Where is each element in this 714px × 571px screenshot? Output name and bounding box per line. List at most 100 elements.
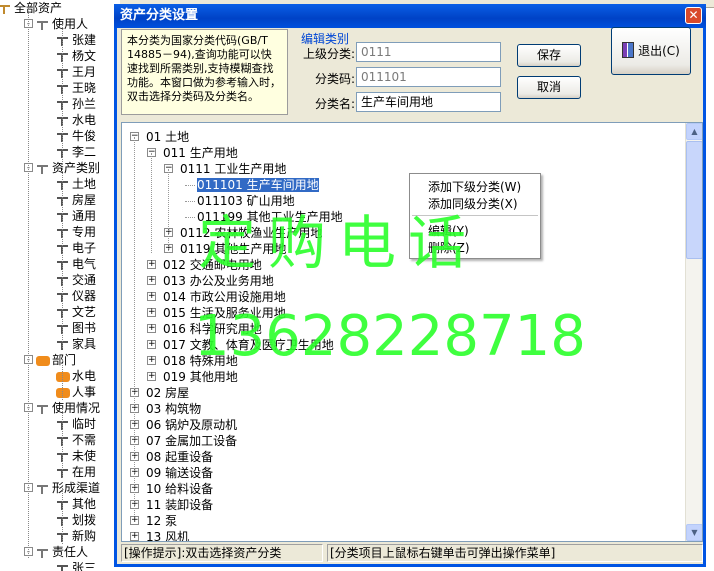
tree-node-label: 06 锅炉及原动机 <box>146 418 238 432</box>
exit-button[interactable]: 退出(C) <box>611 27 691 75</box>
expand-icon[interactable]: + <box>147 324 156 333</box>
bg-tree-connector <box>62 408 63 478</box>
item-icon <box>56 98 70 110</box>
tree-node[interactable]: 13 风机 <box>146 529 189 541</box>
bg-tree-item-label: 专用 <box>72 225 97 239</box>
bg-tree-item-label: 其他 <box>72 497 97 511</box>
tree-node[interactable]: 01 土地 <box>146 129 189 145</box>
bg-tree-item[interactable]: 责任人 <box>36 544 88 560</box>
bg-tree-item-label: 交通 <box>72 273 97 287</box>
tree-node[interactable]: 011 生产用地 <box>163 145 238 161</box>
expand-icon[interactable]: + <box>147 260 156 269</box>
dialog-title-bar[interactable]: 资产分类设置 ✕ <box>114 4 706 28</box>
bg-tree-item-label: 未使 <box>72 449 97 463</box>
tree-node[interactable]: 011101 生产车间用地 <box>197 177 319 193</box>
save-button[interactable]: 保存 <box>517 44 581 67</box>
category-code-label: 分类码: <box>314 72 355 86</box>
bg-tree-item[interactable]: 张三 <box>56 560 96 571</box>
category-code-field[interactable]: 011101 <box>356 67 501 87</box>
item-icon <box>56 146 70 158</box>
expand-icon[interactable]: + <box>147 372 156 381</box>
bg-tree-item[interactable]: 部门 <box>36 352 76 368</box>
category-name-field[interactable]: 生产车间用地 <box>356 92 501 112</box>
item-icon <box>56 274 70 286</box>
tree-node[interactable]: 10 给料设备 <box>146 481 213 497</box>
tree-node[interactable]: 06 锅炉及原动机 <box>146 417 237 433</box>
expand-icon[interactable]: + <box>147 356 156 365</box>
tree-vertical-scrollbar[interactable]: ▲ ▼ <box>685 123 702 541</box>
status-bar: [操作提示]:双击选择资产分类 [分类项目上鼠标右键单击可弹出操作菜单] <box>121 544 703 562</box>
scroll-up-button[interactable]: ▲ <box>686 123 702 140</box>
close-button[interactable]: ✕ <box>685 7 702 24</box>
tree-node[interactable]: 11 装卸设备 <box>146 497 213 513</box>
bg-tree-item-label: 仪器 <box>72 289 97 303</box>
tree-node-label: 12 泵 <box>146 514 178 528</box>
item-icon <box>56 562 70 571</box>
bg-tree-item-label: 使用人 <box>52 17 89 31</box>
expand-icon[interactable]: + <box>130 516 139 525</box>
expand-icon[interactable]: + <box>147 276 156 285</box>
item-icon <box>56 194 70 206</box>
item-icon <box>56 242 70 254</box>
bg-tree-connector <box>62 168 63 348</box>
item-icon <box>56 82 70 94</box>
bg-tree-item-label: 张三 <box>72 561 97 571</box>
group-icon <box>36 18 50 30</box>
bg-tree-item-label: 资产类别 <box>52 161 101 175</box>
bg-tree-item-label: 全部资产 <box>14 1 63 15</box>
bg-tree-item-label: 责任人 <box>52 545 89 559</box>
bg-tree-item-label: 部门 <box>52 353 77 367</box>
tree-node[interactable]: 12 泵 <box>146 513 177 529</box>
bg-tree-item-label: 在用 <box>72 465 97 479</box>
item-icon <box>56 466 70 478</box>
expand-icon[interactable]: + <box>147 308 156 317</box>
item-icon <box>56 66 70 78</box>
item-icon <box>56 498 70 510</box>
tree-node-label: 014 市政公用设施用地 <box>163 290 286 304</box>
watermark-phone-number: 13628228718 <box>194 304 586 369</box>
bg-tree-item-label: 王晓 <box>72 81 97 95</box>
item-icon <box>56 50 70 62</box>
tree-connector <box>185 217 195 218</box>
scroll-down-button[interactable]: ▼ <box>686 524 702 541</box>
bg-tree-item-label: 李二 <box>72 145 97 159</box>
tree-node[interactable]: 09 输送设备 <box>146 465 213 481</box>
tree-node[interactable]: 014 市政公用设施用地 <box>163 289 286 305</box>
bg-tree-item[interactable]: 全部资产 <box>0 0 62 16</box>
expand-icon[interactable]: + <box>130 532 139 541</box>
exit-label: 退出(C) <box>638 44 680 58</box>
item-icon <box>56 338 70 350</box>
tree-node[interactable]: 0111 工业生产用地 <box>180 161 286 177</box>
tree-node-label: 0111 工业生产用地 <box>180 162 287 176</box>
menu-add-child[interactable]: 添加下级分类(W) <box>428 178 521 195</box>
tree-node-label: 08 起重设备 <box>146 450 214 464</box>
tree-node[interactable]: 08 起重设备 <box>146 449 213 465</box>
bg-tree-item-label: 使用情况 <box>52 401 101 415</box>
expand-icon[interactable]: + <box>147 340 156 349</box>
bg-tree-item[interactable]: 使用情况 <box>36 400 100 416</box>
tree-connector <box>151 153 152 253</box>
item-icon <box>56 210 70 222</box>
expand-icon[interactable]: + <box>147 292 156 301</box>
bg-tree-item[interactable]: 资产类别 <box>36 160 100 176</box>
bg-tree-item-label: 张建 <box>72 33 97 47</box>
bg-tree-connector <box>62 360 63 400</box>
watermark-order-phone: 定购电话 <box>198 209 479 277</box>
item-icon <box>56 258 70 270</box>
tree-connector <box>134 137 135 515</box>
group-icon <box>36 162 50 174</box>
status-tip: [分类项目上鼠标右键单击可弹出操作菜单] <box>327 544 703 562</box>
bg-tree-item-label: 牛俊 <box>72 129 97 143</box>
tree-node[interactable]: 019 其他用地 <box>163 369 238 385</box>
parent-category-field[interactable]: 0111 <box>356 42 501 62</box>
tree-node[interactable]: 02 房屋 <box>146 385 189 401</box>
category-name-label: 分类名: <box>314 97 355 111</box>
status-hint: [操作提示]:双击选择资产分类 <box>121 544 323 562</box>
tree-node[interactable]: 07 金属加工设备 <box>146 433 237 449</box>
cancel-button[interactable]: 取消 <box>517 76 581 99</box>
tree-node[interactable]: 03 构筑物 <box>146 401 201 417</box>
bg-tree-item-label: 土地 <box>72 177 97 191</box>
scroll-thumb[interactable] <box>686 141 702 259</box>
dept-icon <box>56 372 70 382</box>
bg-tree-item[interactable]: 形成渠道 <box>36 480 100 496</box>
